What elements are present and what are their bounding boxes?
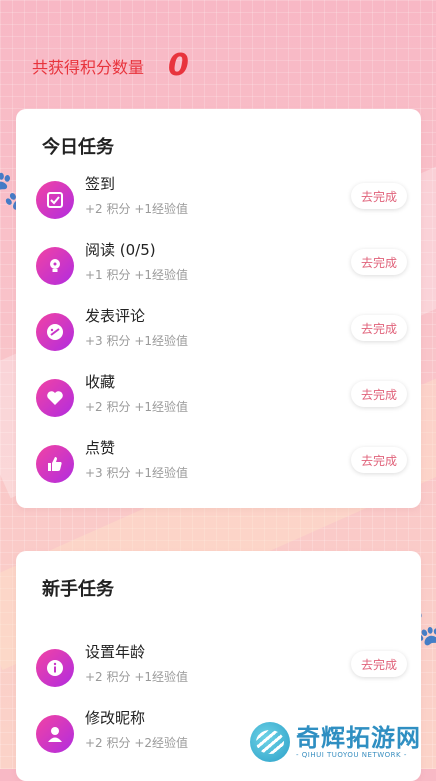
user-icon (36, 715, 74, 753)
points-summary: 共获得积分数量 0 (32, 48, 189, 83)
site-logo-icon (250, 722, 290, 762)
task-comment: 发表评论 +3 积分 +1经验值 去完成 (36, 305, 411, 355)
watermark: 奇辉拓游网 - QIHUI TUOYOU NETWORK - (250, 722, 421, 762)
points-value: 0 (168, 48, 189, 83)
go-complete-button[interactable]: 去完成 (351, 315, 407, 341)
task-name: 修改昵称 (85, 709, 146, 727)
task-read: 阅读 (0/5) +1 积分 +1经验值 去完成 (36, 239, 411, 289)
task-name: 发表评论 (85, 307, 146, 325)
task-name: 阅读 (0/5) (85, 241, 156, 259)
task-name: 点赞 (85, 439, 116, 457)
task-reward: +2 积分 +2经验值 (85, 736, 189, 750)
watermark-title: 奇辉拓游网 (296, 724, 421, 752)
task-reward: +2 积分 +1经验值 (85, 400, 189, 414)
lightbulb-icon (36, 247, 74, 285)
task-reward: +2 积分 +1经验值 (85, 670, 189, 684)
comment-icon (36, 313, 74, 351)
task-name: 设置年龄 (85, 643, 146, 661)
info-icon (36, 649, 74, 687)
go-complete-button[interactable]: 去完成 (351, 249, 407, 275)
go-complete-button[interactable]: 去完成 (351, 183, 407, 209)
checkbox-icon (36, 181, 74, 219)
go-complete-button[interactable]: 去完成 (351, 651, 407, 677)
go-complete-button[interactable]: 去完成 (351, 381, 407, 407)
points-label: 共获得积分数量 (32, 57, 145, 77)
card-title: 新手任务 (42, 579, 114, 600)
daily-tasks-card: 今日任务 签到 +2 积分 +1经验值 去完成 阅读 (0/5) +1 积分 +… (16, 109, 421, 508)
task-reward: +3 积分 +1经验值 (85, 466, 189, 480)
task-reward: +1 积分 +1经验值 (85, 268, 189, 282)
task-reward: +3 积分 +1经验值 (85, 334, 189, 348)
heart-icon (36, 379, 74, 417)
task-favorite: 收藏 +2 积分 +1经验值 去完成 (36, 371, 411, 421)
task-name: 签到 (85, 175, 116, 193)
card-title: 今日任务 (42, 137, 114, 158)
task-reward: +2 积分 +1经验值 (85, 202, 189, 216)
task-set-age: 设置年龄 +2 积分 +1经验值 去完成 (36, 641, 411, 691)
go-complete-button[interactable]: 去完成 (351, 447, 407, 473)
watermark-subtitle: - QIHUI TUOYOU NETWORK - (296, 751, 407, 759)
task-like: 点赞 +3 积分 +1经验值 去完成 (36, 437, 411, 487)
thumbs-up-icon (36, 445, 74, 483)
task-sign-in: 签到 +2 积分 +1经验值 去完成 (36, 173, 411, 223)
task-name: 收藏 (85, 373, 116, 391)
